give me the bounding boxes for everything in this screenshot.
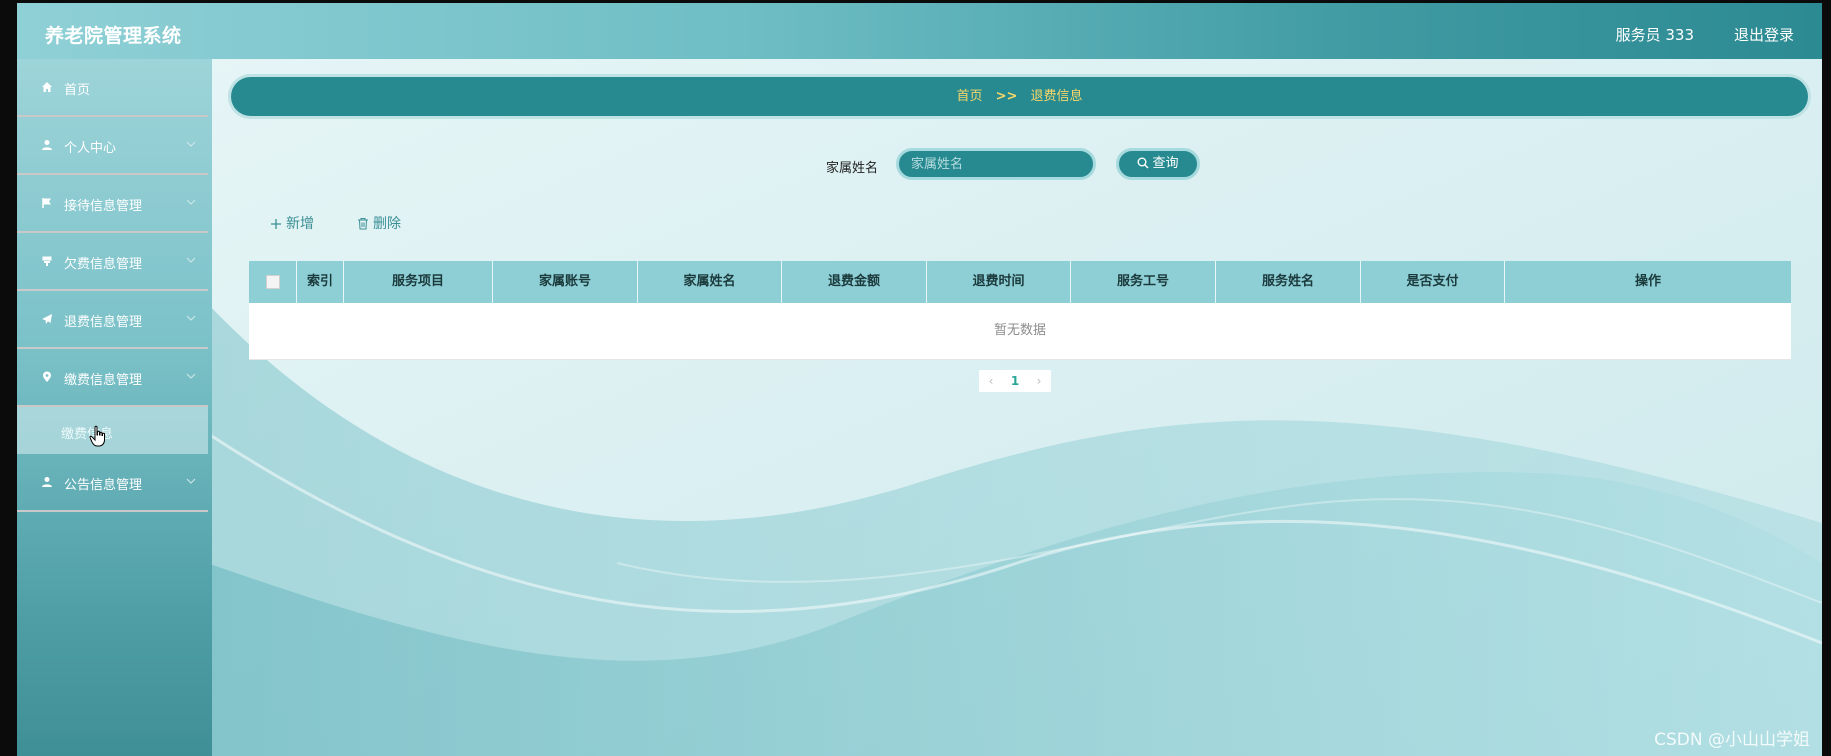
page-number-button[interactable]: 1 <box>1003 370 1027 392</box>
sidebar-item-home[interactable]: 首页 <box>17 59 208 117</box>
breadcrumb-separator: >> <box>995 89 1018 104</box>
search-label: 家属姓名 <box>826 161 879 176</box>
breadcrumb-home-link[interactable]: 首页 <box>956 89 982 104</box>
pagination: ‹ 1 › <box>979 370 1051 392</box>
column-header: 服务项目 <box>344 261 493 303</box>
sidebar-item-refund[interactable]: 退费信息管理 <box>17 291 208 349</box>
chevron-down-icon <box>186 478 196 484</box>
column-header: 服务姓名 <box>1216 261 1361 303</box>
sidebar-item-label: 缴费信息管理 <box>64 373 143 388</box>
add-button-label: 新增 <box>286 216 314 232</box>
breadcrumb: 首页 >> 退费信息 <box>231 77 1808 116</box>
sidebar-item-payment[interactable]: 缴费信息管理 <box>17 349 208 407</box>
flag-icon <box>42 198 51 208</box>
chevron-down-icon <box>186 141 196 147</box>
chevron-down-icon <box>186 257 196 263</box>
chevron-down-icon <box>186 373 196 379</box>
column-header: 操作 <box>1634 274 1661 289</box>
sidebar-item-arrears[interactable]: 欠费信息管理 <box>17 233 208 291</box>
delete-button-label: 删除 <box>373 216 401 232</box>
sidebar-item-label: 接待信息管理 <box>64 199 143 214</box>
sidebar-item-reception[interactable]: 接待信息管理 <box>17 175 208 233</box>
add-button[interactable]: 新增 <box>270 213 314 233</box>
sidebar-item-personal-center[interactable]: 个人中心 <box>17 117 208 175</box>
home-icon <box>42 82 52 92</box>
column-header: 索引 <box>297 261 344 303</box>
hand-cursor-icon <box>89 425 105 447</box>
delete-button[interactable]: 删除 <box>357 213 401 233</box>
family-name-search-input[interactable] <box>896 148 1096 180</box>
table-header: 索引 服务项目 家属账号 家属姓名 退费金额 退费时间 服务工号 服务姓名 是否… <box>249 261 1791 303</box>
top-header: 养老院管理系统 服务员 333 退出登录 <box>17 3 1822 59</box>
send-icon <box>42 314 52 324</box>
current-user-label: 服务员 333 <box>1615 26 1694 44</box>
sidebar-item-label: 公告信息管理 <box>64 478 143 493</box>
user-icon <box>42 140 52 150</box>
column-header: 家属姓名 <box>638 261 782 303</box>
app-window: 养老院管理系统 服务员 333 退出登录 首页 个人中心 接待信息管理 欠费信息… <box>17 3 1822 756</box>
sidebar-item-label: 首页 <box>64 83 91 98</box>
column-header: 服务工号 <box>1071 261 1216 303</box>
query-button-label: 查询 <box>1152 156 1179 171</box>
table-empty-state: 暂无数据 <box>249 303 1791 360</box>
chevron-down-icon <box>186 199 196 205</box>
refund-table: 索引 服务项目 家属账号 家属姓名 退费金额 退费时间 服务工号 服务姓名 是否… <box>249 261 1791 360</box>
sidebar-item-label: 退费信息管理 <box>64 315 143 330</box>
column-header: 退费金额 <box>782 261 927 303</box>
column-header: 退费时间 <box>927 261 1071 303</box>
next-page-button[interactable]: › <box>1027 370 1051 392</box>
sidebar-item-announcement[interactable]: 公告信息管理 <box>17 454 208 512</box>
cup-icon <box>42 256 52 266</box>
logout-link[interactable]: 退出登录 <box>1734 24 1794 45</box>
select-all-cell <box>249 261 297 303</box>
chevron-down-icon <box>186 315 196 321</box>
sidebar: 首页 个人中心 接待信息管理 欠费信息管理 退费信息管理 缴费信息管理 缴费信息… <box>17 59 212 756</box>
app-title: 养老院管理系统 <box>45 25 182 47</box>
user-icon <box>42 477 52 487</box>
query-button[interactable]: 查询 <box>1116 148 1200 180</box>
column-header: 家属账号 <box>493 261 638 303</box>
location-icon <box>43 371 51 382</box>
select-all-checkbox[interactable] <box>265 274 280 289</box>
watermark: CSDN @小山山学姐 <box>1654 730 1810 750</box>
submenu-item-payment-info[interactable]: 缴费信息 <box>17 407 208 454</box>
sidebar-item-label: 欠费信息管理 <box>64 257 143 272</box>
column-header: 是否支付 <box>1361 261 1505 303</box>
sidebar-item-label: 个人中心 <box>64 141 117 156</box>
plus-icon <box>271 219 281 229</box>
trash-icon <box>358 218 368 230</box>
search-icon <box>1137 157 1149 169</box>
breadcrumb-current: 退费信息 <box>1030 89 1083 104</box>
prev-page-button[interactable]: ‹ <box>979 370 1003 392</box>
